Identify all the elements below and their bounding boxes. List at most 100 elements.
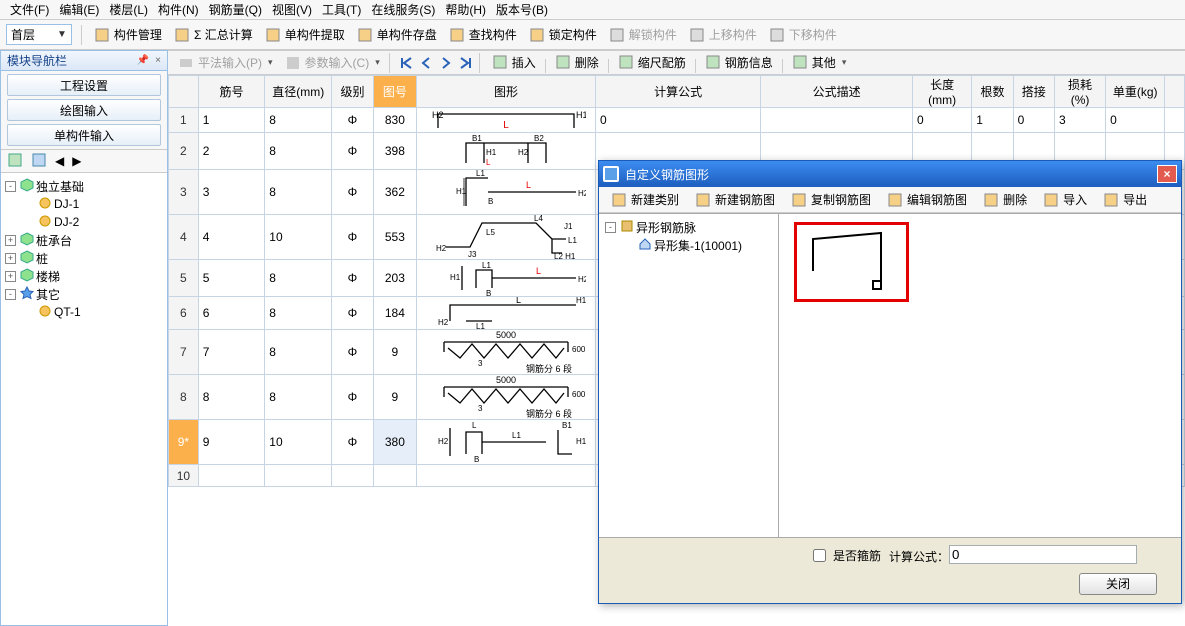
dialog-tool-button[interactable]: 新建类别 xyxy=(605,189,685,211)
cell[interactable]: 8 xyxy=(198,375,265,420)
grid-action-button[interactable]: 钢筋信息 xyxy=(699,52,779,72)
cell[interactable]: 8 xyxy=(265,375,332,420)
toolbar-button[interactable]: 锁定构件 xyxy=(523,24,603,46)
cell[interactable] xyxy=(332,465,373,487)
is-stirrup-checkbox[interactable]: 是否箍筋 xyxy=(809,546,881,565)
cell[interactable]: 830 xyxy=(373,108,417,133)
cell[interactable] xyxy=(373,465,417,487)
row-header[interactable]: 7 xyxy=(169,330,199,375)
menu-item[interactable]: 文件(F) xyxy=(6,0,53,19)
menu-item[interactable]: 编辑(E) xyxy=(55,0,103,19)
tree-item[interactable]: +桩承台 xyxy=(3,231,165,249)
dialog-tool-button[interactable]: 编辑钢筋图 xyxy=(881,189,973,211)
cell[interactable]: 8 xyxy=(265,330,332,375)
shape-cell[interactable]: H1L1LH2B xyxy=(417,260,596,297)
menu-item[interactable]: 工具(T) xyxy=(318,0,365,19)
collapse-all-icon[interactable] xyxy=(31,152,47,171)
menu-item[interactable]: 版本号(B) xyxy=(492,0,552,19)
toolbar-button[interactable]: 单构件提取 xyxy=(259,24,351,46)
row-header[interactable]: 8 xyxy=(169,375,199,420)
cell[interactable]: Φ xyxy=(332,297,373,330)
column-header[interactable]: 搭接 xyxy=(1013,76,1054,108)
shape-cell[interactable]: H1L1LH2B xyxy=(417,170,596,215)
menu-item[interactable]: 帮助(H) xyxy=(441,0,490,19)
cell[interactable]: 8 xyxy=(265,170,332,215)
column-header[interactable]: 图形 xyxy=(417,76,596,108)
shape-cell[interactable]: H2H1L xyxy=(417,108,596,133)
cell[interactable]: 10 xyxy=(265,420,332,465)
expander-icon[interactable]: - xyxy=(605,222,616,233)
toolbar-button[interactable]: 上移构件 xyxy=(683,24,763,46)
cell[interactable]: 398 xyxy=(373,133,417,170)
shape-cell[interactable]: H2J3L5L4J1L1L2 H1 xyxy=(417,215,596,260)
column-header[interactable]: 级别 xyxy=(332,76,373,108)
cell[interactable]: Φ xyxy=(332,133,373,170)
expand-all-icon[interactable] xyxy=(7,152,23,171)
cell[interactable] xyxy=(265,465,332,487)
cell[interactable]: Φ xyxy=(332,375,373,420)
nav-right-icon[interactable]: ▶ xyxy=(72,154,81,168)
column-header[interactable]: 单重(kg) xyxy=(1106,76,1165,108)
cell[interactable]: 6 xyxy=(198,297,265,330)
cell[interactable]: 184 xyxy=(373,297,417,330)
row-header[interactable]: 3 xyxy=(169,170,199,215)
pingfa-input-button[interactable]: 平法输入(P)▾ xyxy=(172,53,279,73)
nav-first-icon[interactable] xyxy=(396,53,416,73)
cell[interactable]: 3 xyxy=(1054,108,1105,133)
cell[interactable]: Φ xyxy=(332,330,373,375)
column-header[interactable]: 损耗(%) xyxy=(1054,76,1105,108)
cell[interactable]: 3 xyxy=(198,170,265,215)
shape-cell[interactable]: H2LL1B1H1B xyxy=(417,420,596,465)
cell[interactable]: 9 xyxy=(373,375,417,420)
column-header[interactable]: 图号 xyxy=(373,76,417,108)
menu-item[interactable]: 构件(N) xyxy=(154,0,203,19)
dialog-tool-button[interactable]: 导出 xyxy=(1097,189,1153,211)
cell[interactable]: 8 xyxy=(265,260,332,297)
grid-action-button[interactable]: 删除 xyxy=(549,52,605,72)
expander-icon[interactable]: + xyxy=(5,271,16,282)
grid-action-button[interactable]: 其他▾ xyxy=(786,52,853,72)
row-header[interactable]: 1 xyxy=(169,108,199,133)
cell[interactable]: 8 xyxy=(265,297,332,330)
menu-item[interactable]: 在线服务(S) xyxy=(367,0,439,19)
toolbar-button[interactable]: Σ 汇总计算 xyxy=(168,24,259,46)
column-header[interactable]: 公式描述 xyxy=(761,76,913,108)
column-header[interactable]: 筋号 xyxy=(198,76,265,108)
cell[interactable]: 7 xyxy=(198,330,265,375)
expander-icon[interactable]: + xyxy=(5,235,16,246)
cell[interactable]: 553 xyxy=(373,215,417,260)
cell[interactable]: 380 xyxy=(373,420,417,465)
selected-shape-preview[interactable] xyxy=(794,222,909,302)
dialog-titlebar[interactable]: 自定义钢筋图形 × xyxy=(599,161,1181,187)
shape-cell[interactable]: 50006003钢筋分 6 段 xyxy=(417,330,596,375)
toolbar-button[interactable]: 解锁构件 xyxy=(603,24,683,46)
shape-cell[interactable] xyxy=(417,465,596,487)
nav-prev-icon[interactable] xyxy=(416,53,436,73)
tree-item[interactable]: +楼梯 xyxy=(3,267,165,285)
cell[interactable]: Φ xyxy=(332,260,373,297)
menu-item[interactable]: 视图(V) xyxy=(268,0,316,19)
module-button[interactable]: 工程设置 xyxy=(7,74,161,96)
nav-left-icon[interactable]: ◀ xyxy=(55,154,64,168)
column-header[interactable]: 根数 xyxy=(972,76,1013,108)
cell[interactable]: 1 xyxy=(198,108,265,133)
column-header[interactable]: 计算公式 xyxy=(595,76,760,108)
close-icon[interactable]: × xyxy=(155,55,161,66)
nav-next-icon[interactable] xyxy=(436,53,456,73)
cell[interactable]: 8 xyxy=(265,133,332,170)
expander-icon[interactable]: + xyxy=(5,253,16,264)
tree-item[interactable]: +桩 xyxy=(3,249,165,267)
toolbar-button[interactable]: 构件管理 xyxy=(88,24,168,46)
row-header[interactable]: 10 xyxy=(169,465,199,487)
tree-item[interactable]: -独立基础 xyxy=(3,177,165,195)
shape-cell[interactable]: 50006003钢筋分 6 段 xyxy=(417,375,596,420)
cell[interactable]: Φ xyxy=(332,215,373,260)
cell[interactable]: 0 xyxy=(1013,108,1054,133)
column-header[interactable] xyxy=(1165,76,1185,108)
grid-action-button[interactable]: 插入 xyxy=(486,52,542,72)
cell[interactable]: 2 xyxy=(198,133,265,170)
row-header[interactable]: 4 xyxy=(169,215,199,260)
column-header[interactable]: 直径(mm) xyxy=(265,76,332,108)
nav-last-icon[interactable] xyxy=(456,53,476,73)
column-header[interactable]: 长度(mm) xyxy=(913,76,972,108)
